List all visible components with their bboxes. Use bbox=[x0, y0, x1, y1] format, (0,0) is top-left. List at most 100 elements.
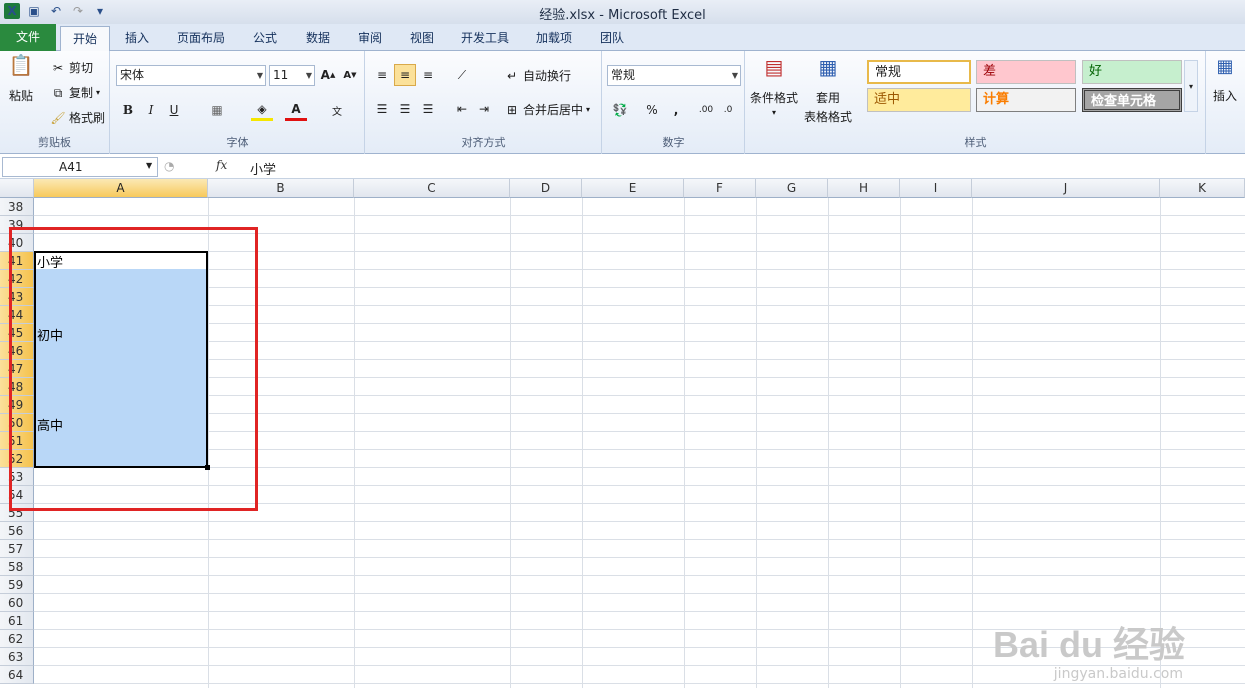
row-header[interactable]: 60 bbox=[0, 594, 34, 612]
tab-addins[interactable]: 加载项 bbox=[526, 26, 582, 51]
name-box-dropdown-icon[interactable]: ▼ bbox=[146, 161, 152, 170]
row-header[interactable]: 63 bbox=[0, 648, 34, 666]
gridline bbox=[582, 198, 583, 688]
gridline bbox=[1160, 198, 1161, 688]
wrap-text-button[interactable]: ↵ 自动换行 bbox=[504, 67, 571, 84]
grow-font-button[interactable]: A ▲ bbox=[317, 64, 339, 86]
increase-indent-icon[interactable]: ⇥ bbox=[473, 98, 495, 120]
tab-file[interactable]: 文件 bbox=[0, 24, 56, 51]
row-header[interactable]: 38 bbox=[0, 198, 34, 216]
row-header[interactable]: 57 bbox=[0, 540, 34, 558]
phonetic-icon[interactable]: 文 bbox=[326, 99, 348, 121]
orientation-icon[interactable]: ⟋ bbox=[451, 64, 473, 86]
align-center-icon[interactable]: ☰ bbox=[394, 98, 416, 120]
tab-view[interactable]: 视图 bbox=[400, 26, 444, 51]
number-group: 常规 ▼ 💱 % , .00 .0 数字 bbox=[603, 51, 745, 154]
formula-expand-icon[interactable]: ◔ bbox=[164, 159, 174, 173]
gridline bbox=[34, 683, 1245, 684]
style-neutral[interactable]: 适中 bbox=[867, 88, 971, 112]
conditional-format-label: 条件格式 bbox=[750, 91, 799, 105]
tab-home[interactable]: 开始 bbox=[60, 26, 110, 52]
merge-center-button[interactable]: ⊞ 合并后居中 ▾ bbox=[504, 101, 590, 118]
font-name-combo[interactable]: 宋体 ▼ bbox=[116, 65, 266, 86]
worksheet-grid[interactable]: A B C D E F G H I J K 38 39 40 41 42 43 44 45 46… bbox=[0, 179, 1245, 688]
cut-label: 剪切 bbox=[69, 61, 94, 75]
style-bad[interactable]: 差 bbox=[976, 60, 1076, 84]
underline-button[interactable]: U bbox=[163, 99, 185, 121]
column-header-c[interactable]: C bbox=[354, 179, 510, 198]
align-middle-icon[interactable]: ≡ bbox=[394, 64, 416, 86]
column-header-b[interactable]: B bbox=[208, 179, 354, 198]
italic-button[interactable]: I bbox=[140, 99, 162, 121]
align-right-icon[interactable]: ☰ bbox=[417, 98, 439, 120]
select-all-corner[interactable] bbox=[0, 179, 34, 198]
paste-label: 粘贴 bbox=[8, 89, 33, 103]
decrease-indent-icon[interactable]: ⇤ bbox=[451, 98, 473, 120]
styles-group-label: 样式 bbox=[964, 136, 987, 149]
align-left-icon[interactable]: ☰ bbox=[371, 98, 393, 120]
font-size-combo[interactable]: 11 ▼ bbox=[269, 65, 315, 86]
gridline bbox=[34, 593, 1245, 594]
format-as-table-button[interactable]: ▦ 套用 表格格式 bbox=[804, 57, 852, 125]
decrease-decimal-icon[interactable]: .0 bbox=[717, 99, 739, 121]
column-header-g[interactable]: G bbox=[756, 179, 828, 198]
styles-group: ▤ 条件格式 ▾ ▦ 套用 表格格式 常规 差 好 适中 计算 检查单元格 ▾ … bbox=[746, 51, 1206, 154]
alignment-group-label: 对齐方式 bbox=[461, 136, 506, 149]
column-header-f[interactable]: F bbox=[684, 179, 756, 198]
fill-color-icon[interactable]: ◈ bbox=[251, 99, 273, 121]
increase-decimal-icon[interactable]: .00 bbox=[695, 99, 717, 121]
format-painter-button[interactable]: 🖌 格式刷 bbox=[50, 109, 105, 126]
row-header[interactable]: 62 bbox=[0, 630, 34, 648]
bold-button[interactable]: B bbox=[117, 99, 139, 121]
wrap-text-icon: ↵ bbox=[506, 68, 518, 83]
tab-formulas[interactable]: 公式 bbox=[243, 26, 287, 51]
alignment-group: ≡ ≡ ≡ ⟋ ↵ 自动换行 ☰ ☰ ☰ ⇤ ⇥ ⊞ 合并后居中 ▾ 对齐方式 bbox=[366, 51, 602, 154]
align-top-icon[interactable]: ≡ bbox=[371, 64, 393, 86]
row-header[interactable]: 59 bbox=[0, 576, 34, 594]
number-format-combo[interactable]: 常规 ▼ bbox=[607, 65, 741, 86]
tab-data[interactable]: 数据 bbox=[296, 26, 340, 51]
style-check-cell[interactable]: 检查单元格 bbox=[1082, 88, 1182, 112]
copy-button[interactable]: ⧉ 复制 ▾ bbox=[50, 84, 100, 101]
font-color-icon[interactable]: A bbox=[285, 99, 307, 121]
column-header-i[interactable]: I bbox=[900, 179, 972, 198]
row-header[interactable]: 61 bbox=[0, 612, 34, 630]
tab-review[interactable]: 审阅 bbox=[348, 26, 392, 51]
red-highlight-box bbox=[9, 227, 258, 511]
comma-icon[interactable]: , bbox=[665, 99, 687, 121]
column-header-h[interactable]: H bbox=[828, 179, 900, 198]
tab-page-layout[interactable]: 页面布局 bbox=[168, 26, 234, 51]
row-header[interactable]: 56 bbox=[0, 522, 34, 540]
percent-icon[interactable]: % bbox=[641, 99, 663, 121]
merge-icon: ⊞ bbox=[506, 102, 518, 117]
insert-function-icon[interactable]: fx bbox=[216, 158, 227, 172]
borders-icon[interactable]: ▦ bbox=[206, 99, 228, 121]
currency-icon[interactable]: 💱 bbox=[609, 99, 631, 121]
tab-team[interactable]: 团队 bbox=[590, 26, 634, 51]
column-header-k[interactable]: K bbox=[1160, 179, 1245, 198]
column-header-j[interactable]: J bbox=[972, 179, 1160, 198]
insert-cells-button[interactable]: ▦ 插入 bbox=[1213, 58, 1237, 104]
paste-button[interactable]: 📋 粘贴 bbox=[8, 55, 34, 104]
formula-input[interactable]: 小学 bbox=[250, 159, 276, 178]
gridline bbox=[34, 521, 1245, 522]
dropdown-icon: ▼ bbox=[731, 71, 738, 80]
name-box[interactable]: A41 bbox=[2, 157, 158, 177]
column-header-a[interactable]: A bbox=[34, 179, 208, 198]
tab-developer[interactable]: 开发工具 bbox=[452, 26, 518, 51]
tab-insert[interactable]: 插入 bbox=[115, 26, 159, 51]
row-header[interactable]: 64 bbox=[0, 666, 34, 684]
style-calculation[interactable]: 计算 bbox=[976, 88, 1076, 112]
cut-button[interactable]: ✂ 剪切 bbox=[50, 59, 93, 76]
shrink-font-button[interactable]: A ▼ bbox=[339, 64, 361, 86]
style-good[interactable]: 好 bbox=[1082, 60, 1182, 84]
ribbon-tabs: 文件 开始 插入 页面布局 公式 数据 审阅 视图 开发工具 加载项 团队 bbox=[0, 24, 1245, 52]
style-normal[interactable]: 常规 bbox=[867, 60, 971, 84]
conditional-format-button[interactable]: ▤ 条件格式 ▾ bbox=[750, 57, 799, 117]
row-header[interactable]: 58 bbox=[0, 558, 34, 576]
column-header-d[interactable]: D bbox=[510, 179, 582, 198]
clipboard-group-label: 剪贴板 bbox=[38, 136, 71, 149]
align-bottom-icon[interactable]: ≡ bbox=[417, 64, 439, 86]
styles-scroll-icon[interactable]: ▾ bbox=[1184, 60, 1198, 112]
column-header-e[interactable]: E bbox=[582, 179, 684, 198]
